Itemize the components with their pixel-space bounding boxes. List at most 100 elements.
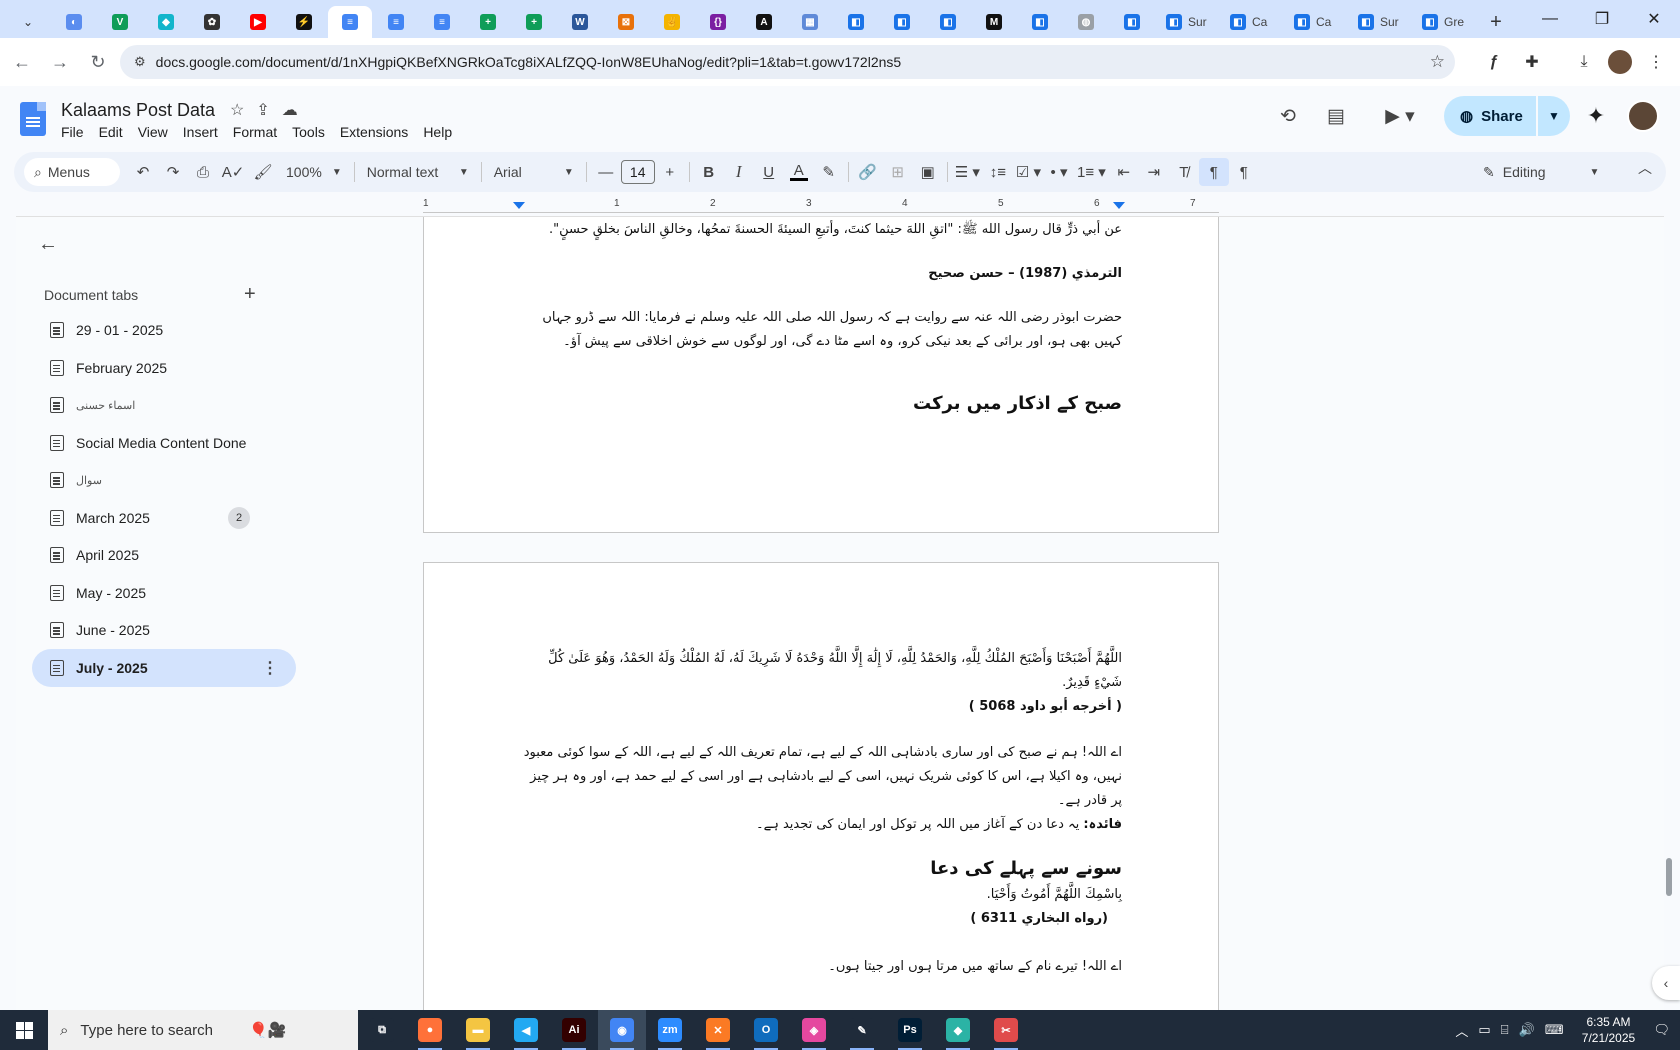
keyboard-icon[interactable]: ⌨ <box>1545 1022 1564 1038</box>
left-indent-marker[interactable] <box>513 202 525 209</box>
site-info-icon[interactable]: ⚙ <box>134 54 146 70</box>
clock[interactable]: 6:35 AM 7/21/2025 <box>1573 1014 1643 1046</box>
align-button[interactable]: ☰ ▾ <box>952 158 983 186</box>
browser-tab[interactable]: ⊠ <box>604 6 648 38</box>
taskbar-app[interactable]: Ai <box>550 1010 598 1050</box>
ltr-button[interactable]: ¶ <box>1229 158 1259 186</box>
document-tab-item[interactable]: July - 2025 ⋮ <box>32 648 296 687</box>
highlight-button[interactable]: ✎ <box>814 158 844 186</box>
increase-indent-button[interactable]: ⇥ <box>1139 158 1169 186</box>
document-tab-item[interactable]: May - 2025 <box>32 574 296 612</box>
style-select[interactable]: Normal text ▼ <box>359 158 477 186</box>
undo-button[interactable]: ↶ <box>128 158 158 186</box>
taskbar-app[interactable]: ◉ <box>598 1010 646 1050</box>
browser-tab[interactable]: ◍ <box>1064 6 1108 38</box>
menu-extensions[interactable]: Extensions <box>340 124 415 140</box>
document-tab-item[interactable]: April 2025 <box>32 536 296 574</box>
rtl-button[interactable]: ¶ <box>1198 158 1229 186</box>
close-window-button[interactable]: ✕ <box>1628 0 1680 38</box>
browser-tab[interactable]: V <box>98 6 142 38</box>
menu-view[interactable]: View <box>138 124 175 140</box>
document-page[interactable]: عن أبي ذرٍّ قال رسول الله ﷺ: "اتقِ اللهَ… <box>423 217 1219 533</box>
underline-button[interactable]: U <box>754 158 784 186</box>
insert-comment-button[interactable]: ⊞ <box>883 158 913 186</box>
minimize-button[interactable]: — <box>1524 0 1576 38</box>
menu-help[interactable]: Help <box>423 124 459 140</box>
browser-tab[interactable]: ◧ Ca <box>1284 6 1346 38</box>
taskbar-app[interactable]: ◀ <box>502 1010 550 1050</box>
numbered-list-button[interactable]: 1≡ ▾ <box>1074 158 1109 186</box>
document-tab-item[interactable]: Social Media Content Done <box>32 424 296 462</box>
tab-options-icon[interactable]: ⋮ <box>262 658 278 678</box>
taskbar-app[interactable]: ✕ <box>694 1010 742 1050</box>
document-page[interactable]: اللَّهُمَّ أَصْبَحْنَا وَأَصْبَحَ المُلْ… <box>423 562 1219 1010</box>
browser-tab[interactable]: ▶ <box>236 6 280 38</box>
editing-mode-select[interactable]: ✎ Editing ▼ <box>1469 158 1619 186</box>
taskbar-search[interactable]: ⌕ Type here to search 🎈🎥 <box>48 1010 358 1050</box>
browser-tab[interactable]: + <box>466 6 510 38</box>
browser-tab[interactable]: A <box>742 6 786 38</box>
taskbar-app[interactable]: ✎ <box>838 1010 886 1050</box>
taskbar-app[interactable]: Ps <box>886 1010 934 1050</box>
checklist-button[interactable]: ☑ ▾ <box>1013 158 1044 186</box>
document-tab-item[interactable]: اسماء حسنی <box>32 386 296 424</box>
network-icon[interactable]: ⌸ <box>1501 1022 1509 1038</box>
taskbar-app[interactable]: ◈ <box>790 1010 838 1050</box>
clear-formatting-button[interactable]: T̸ <box>1169 158 1199 186</box>
bookmark-star-icon[interactable]: ☆ <box>1430 52 1445 72</box>
insert-image-button[interactable]: ▣ <box>913 158 943 186</box>
increase-font-size-button[interactable]: + <box>655 158 685 186</box>
browser-tab[interactable]: ≡ <box>420 6 464 38</box>
menu-insert[interactable]: Insert <box>183 124 225 140</box>
close-sidebar-button[interactable]: ← <box>38 233 58 256</box>
address-bar[interactable]: ⚙ docs.google.com/document/d/1nXHgpiQKBe… <box>120 45 1455 79</box>
browser-tab[interactable]: ◧ <box>834 6 878 38</box>
docs-logo-icon[interactable] <box>20 102 46 136</box>
browser-tab[interactable]: W <box>558 6 602 38</box>
browser-tab[interactable]: ▦ <box>788 6 832 38</box>
back-button[interactable]: ← <box>6 46 38 78</box>
taskbar-app[interactable]: ✂ <box>982 1010 1030 1050</box>
taskbar-app[interactable]: O <box>742 1010 790 1050</box>
forward-button[interactable]: → <box>44 46 76 78</box>
browser-tab[interactable]: {} <box>696 6 740 38</box>
browser-tab[interactable]: ◆ <box>144 6 188 38</box>
font-size-input[interactable]: 14 <box>620 160 655 184</box>
vertical-scrollbar-thumb[interactable] <box>1666 858 1672 896</box>
star-icon[interactable]: ☆ <box>230 100 244 120</box>
browser-tab[interactable]: ≡ <box>374 6 418 38</box>
decrease-font-size-button[interactable]: — <box>591 158 621 186</box>
account-avatar[interactable] <box>1627 100 1659 132</box>
paint-format-button[interactable]: 🖌 <box>248 158 278 186</box>
browser-tab[interactable]: ◧ Sur <box>1156 6 1218 38</box>
browser-tab[interactable]: ◧ <box>1018 6 1062 38</box>
taskbar-app[interactable]: ◆ <box>934 1010 982 1050</box>
meet-button[interactable]: ▶ ▾ <box>1376 100 1424 132</box>
start-button[interactable] <box>0 1010 48 1050</box>
tab-search-menu[interactable]: ⌄ <box>6 6 50 38</box>
chevron-up-icon[interactable]: ︿ <box>1455 1021 1468 1040</box>
document-tab-item[interactable]: March 2025 2 <box>32 499 296 537</box>
comments-button[interactable]: ▤ <box>1320 100 1352 132</box>
side-panel-toggle[interactable]: ‹ <box>1652 966 1680 1000</box>
decrease-indent-button[interactable]: ⇤ <box>1109 158 1139 186</box>
collapse-toolbar-button[interactable]: ︿ <box>1638 158 1652 178</box>
redo-button[interactable]: ↷ <box>158 158 188 186</box>
restore-button[interactable]: ❐ <box>1576 0 1628 38</box>
document-tab-item[interactable]: June - 2025 <box>32 611 296 649</box>
menu-format[interactable]: Format <box>233 124 284 140</box>
reload-button[interactable]: ↻ <box>82 46 114 78</box>
taskbar-app[interactable]: zm <box>646 1010 694 1050</box>
spellcheck-button[interactable]: A✓ <box>218 158 248 186</box>
browser-tab[interactable]: ◧ <box>1110 6 1154 38</box>
browser-tab[interactable]: + <box>512 6 556 38</box>
browser-tab[interactable]: ◧ Gre <box>1412 6 1474 38</box>
notifications-icon[interactable]: 🗨 <box>1653 1022 1670 1038</box>
menu-tools[interactable]: Tools <box>292 124 332 140</box>
bold-button[interactable]: B <box>694 158 724 186</box>
extension-button[interactable]: ƒ <box>1478 46 1510 78</box>
menus-search[interactable]: ⌕ Menus <box>24 158 120 186</box>
downloads-button[interactable]: ⤓ <box>1568 46 1600 78</box>
browser-tab[interactable]: ◧ <box>926 6 970 38</box>
ruler[interactable]: 1 1 2 3 4 5 6 7 <box>423 198 1219 214</box>
